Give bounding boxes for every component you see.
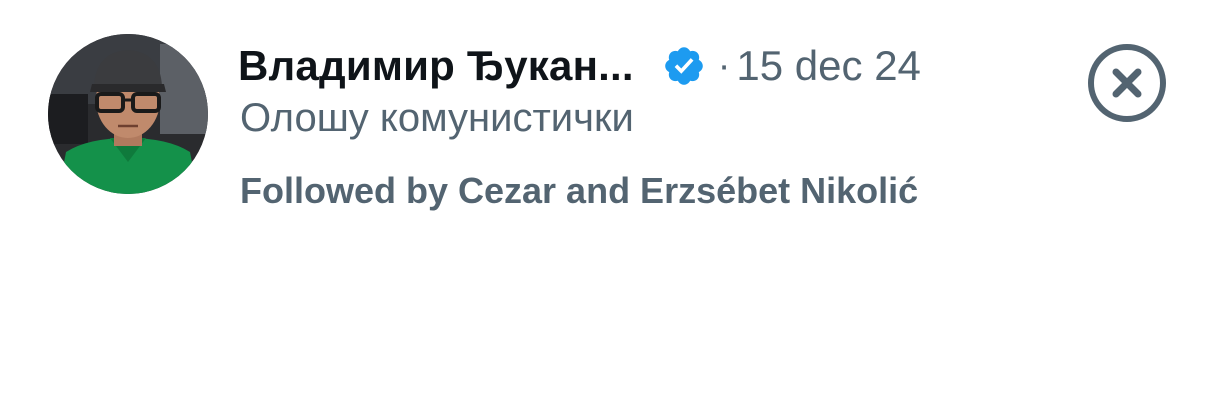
avatar-photo: [48, 34, 208, 194]
name-row: Владимир Ђукан... · 15 dec 24: [238, 38, 921, 94]
separator-dot: ·: [717, 44, 731, 87]
verified-badge-icon[interactable]: [662, 44, 706, 88]
display-name[interactable]: Владимир Ђукан...: [238, 42, 634, 90]
close-circle-icon: [1088, 44, 1166, 122]
avatar[interactable]: [48, 34, 208, 194]
follow-suggestion-card[interactable]: Владимир Ђукан... · 15 dec 24 Олошу кому…: [0, 0, 1220, 407]
dismiss-button[interactable]: [1086, 42, 1168, 124]
bio-text: Олошу комунистички: [240, 96, 634, 140]
followed-by-text: Followed by Cezar and Erzsébet Nikolić: [240, 170, 919, 211]
timestamp: 15 dec 24: [736, 42, 921, 89]
